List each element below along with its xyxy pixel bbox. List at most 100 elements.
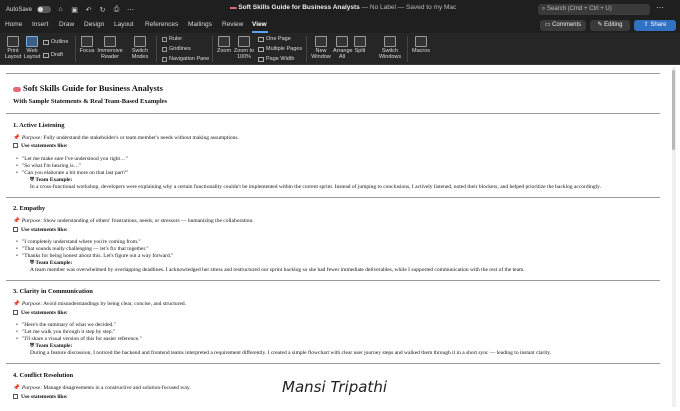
ruler-label: Ruler [169,36,183,42]
checkbox-icon [13,310,18,316]
print-layout-button[interactable]: Print Layout [3,36,23,60]
macros-icon [415,36,427,47]
team-example-label: Team Example: [35,260,73,266]
focus-icon [81,36,93,47]
new-window-button[interactable]: New Window [311,36,331,60]
list-item: "Here's the summary of what we decided." [16,322,116,328]
section-purpose: 📌 Purpose: Show understanding of others' … [13,218,254,224]
zoom-button[interactable]: Zoom [216,36,232,54]
ribbon-view: Print Layout Web Layout Outline Draft Fo… [0,33,680,65]
save-icon[interactable]: ▣ [70,6,79,14]
list-item: "Can you elaborate a bit more on that la… [16,170,128,176]
ribbon-divider [75,36,76,62]
navigation-pane-checkbox[interactable]: Navigation Pane [162,56,209,62]
section-purpose: 📌 Purpose: Manage disagreements in a cons… [13,385,191,391]
tab-design[interactable]: Design [84,21,104,28]
focus-button[interactable]: Focus [79,36,95,54]
list-item: "That sounds really challenging — let's … [16,246,149,252]
arrange-all-button[interactable]: Arrange All [333,36,353,60]
purpose-label: Purpose: [21,301,43,307]
macros-button[interactable]: Macros [411,36,431,54]
list-item: "So what I'm hearing is…" [16,163,81,169]
switch-windows-icon [384,36,396,47]
document-title-text: Soft Skills Guide for Business Analysts [238,4,360,11]
document-subtitle: With Sample Statements & Real Team-Based… [13,98,168,105]
ruler-checkbox-box [162,36,167,42]
title-bar: AutoSave ⌂ ▣ ↶ ↻ ⎙ ⋯ ▬ Soft Skills Guide… [0,0,680,19]
split-label: Split [354,48,366,54]
tab-draw[interactable]: Draw [59,21,74,28]
switch-windows-button[interactable]: Switch Windows [377,36,403,60]
comments-button[interactable]: ▭ Comments [540,20,586,31]
use-statements-label: Use statements like: [13,143,68,149]
one-page-label: One Page [266,36,291,42]
tab-mailings[interactable]: Mailings [188,21,212,28]
one-page-button[interactable]: One Page [258,36,291,42]
tab-view[interactable]: View [252,21,267,28]
section-heading: 1. Active Listening [13,122,65,129]
switch-modes-icon [134,36,146,47]
section-heading: 3. Clarity in Communication [13,288,93,295]
immersive-reader-label: Immersive Reader [97,48,123,60]
purpose-text: Manage disagreements in a constructive a… [43,385,191,391]
autosave-label: AutoSave [6,6,33,13]
page-top-rule [6,73,660,74]
team-example-text: During a feature discussion, I noticed t… [30,350,552,356]
ellipsis-icon[interactable]: ⋯ [656,3,664,12]
immersive-reader-button[interactable]: Immersive Reader [96,36,124,60]
section-purpose: 📌 Purpose: Avoid misunderstandings by bei… [13,301,186,307]
tab-review[interactable]: Review [222,21,243,28]
share-label: Share [650,22,667,28]
switch-modes-label: Switch Modes [131,48,149,60]
team-example-heading: ⛨ Team Example: [30,343,72,350]
print-icon[interactable]: ⎙ [112,6,121,14]
purpose-text: Avoid misunderstandings by being clear, … [43,301,187,307]
document-title: ▬ Soft Skills Guide for Business Analyst… [230,4,456,11]
page-width-button[interactable]: Page Width [258,56,294,62]
tab-references[interactable]: References [145,21,178,28]
document-status: — No Label — Saved to my Mac [361,4,457,11]
ribbon-divider [156,36,157,62]
gridlines-checkbox[interactable]: Gridlines [162,46,191,52]
team-example-heading: ⛨ Team Example: [30,177,72,184]
tab-insert[interactable]: Insert [32,21,48,28]
purpose-label: Purpose: [21,218,43,224]
use-statements-text: Use statements like: [21,227,68,233]
redo-icon[interactable]: ↻ [98,6,107,14]
outline-label: Outline [51,39,69,45]
autosave-toggle[interactable] [37,6,52,13]
outline-button[interactable]: Outline [43,39,68,45]
share-button[interactable]: ⇧ Share [634,20,676,31]
ribbon-divider [407,36,408,62]
zoom-100-icon [238,36,250,47]
switch-windows-label: Switch Windows [378,48,402,60]
editing-label: Editing [604,22,623,28]
list-item: "Thanks for being honest about this. Let… [16,253,173,259]
switch-modes-button[interactable]: Switch Modes [128,36,152,60]
use-statements-text: Use statements like: [21,310,68,316]
more-options-icon[interactable]: ⋯ [126,6,135,14]
editing-button[interactable]: ✎ Editing [590,20,630,31]
split-button[interactable]: Split [353,36,367,54]
checkbox-icon [13,143,18,149]
scrollbar-thumb[interactable] [672,70,675,150]
document-heading-text: Soft Skills Guide for Business Analysts [23,83,163,93]
tab-home[interactable]: Home [5,21,22,28]
tab-layout[interactable]: Layout [114,21,134,28]
web-layout-button[interactable]: Web Layout [23,36,41,60]
ruler-checkbox[interactable]: Ruler [162,36,182,42]
use-statements-label: Use statements like: [13,310,68,316]
new-window-icon [315,36,327,47]
draft-button[interactable]: Draft [43,52,63,58]
section-divider [6,197,660,198]
use-statements-label: Use statements like: [13,394,68,400]
undo-icon[interactable]: ↶ [84,6,93,14]
navigation-pane-label: Navigation Pane [169,56,210,62]
multiple-pages-button[interactable]: Multiple Pages [258,46,302,52]
draft-icon [43,52,49,58]
zoom-100-button[interactable]: Zoom to 100% [233,36,255,60]
search-input[interactable]: ⌕ Search (Cmd + Ctrl + U) [538,4,650,15]
use-statements-text: Use statements like: [21,394,68,400]
home-icon[interactable]: ⌂ [56,6,65,13]
pushpin-icon: 📌 [13,135,20,141]
